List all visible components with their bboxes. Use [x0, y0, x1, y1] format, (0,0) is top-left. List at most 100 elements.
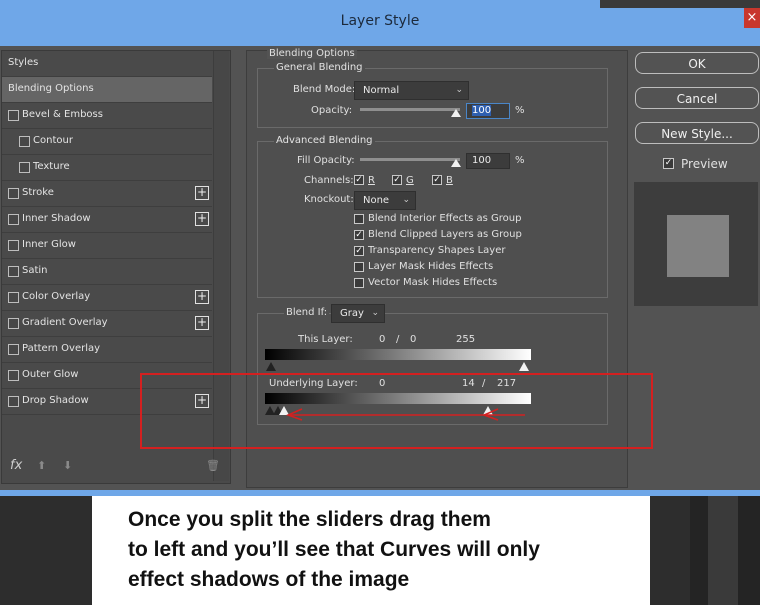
this-layer-high-value: 255: [456, 334, 476, 345]
advanced-option-checkbox[interactable]: [354, 278, 364, 288]
fill-opacity-slider-handle[interactable]: [451, 159, 461, 167]
blend-if-select[interactable]: Gray ⌄: [331, 304, 385, 323]
window-title: Layer Style: [340, 13, 420, 29]
channel-b-label: B: [446, 175, 453, 186]
channel-r-label: R: [368, 175, 375, 186]
opacity-label: Opacity:: [311, 105, 353, 116]
style-item-pattern-overlay[interactable]: Pattern Overlay: [2, 337, 212, 363]
fill-opacity-slider[interactable]: [360, 158, 460, 161]
style-checkbox[interactable]: [8, 188, 19, 199]
style-item-label: Blending Options: [8, 83, 94, 94]
advanced-option-label: Blend Clipped Layers as Group: [368, 229, 522, 240]
general-blending-title: General Blending: [274, 62, 365, 73]
blend-mode-value: Normal: [363, 85, 400, 96]
style-item-label: Texture: [33, 161, 70, 172]
opacity-percent: %: [515, 105, 525, 116]
style-item-bevel-and-emboss[interactable]: Bevel & Emboss: [2, 103, 212, 129]
add-effect-plus-icon[interactable]: +: [195, 212, 209, 226]
knockout-label: Knockout:: [304, 194, 354, 205]
chevron-down-icon: ⌄: [371, 308, 379, 318]
styles-header-label: Styles: [8, 57, 39, 68]
opacity-field[interactable]: 100: [466, 103, 510, 119]
this-layer-black-slider[interactable]: [266, 362, 276, 371]
background-strip: [600, 0, 760, 8]
add-effect-plus-icon[interactable]: +: [195, 290, 209, 304]
advanced-option-label: Transparency Shapes Layer: [368, 245, 506, 256]
this-layer-white-slider[interactable]: [519, 362, 529, 371]
advanced-option-checkbox[interactable]: ✓: [354, 246, 364, 256]
fill-opacity-percent: %: [515, 155, 525, 166]
ok-button[interactable]: OK: [635, 52, 759, 74]
style-checkbox[interactable]: [8, 214, 19, 225]
style-item-satin[interactable]: Satin: [2, 259, 212, 285]
knockout-select[interactable]: None ⌄: [354, 191, 416, 210]
styles-header: Styles: [2, 51, 212, 77]
style-item-blending-options[interactable]: Blending Options: [2, 77, 212, 103]
move-down-icon[interactable]: ⬇: [63, 459, 72, 472]
style-item-stroke[interactable]: Stroke +: [2, 181, 212, 207]
style-item-color-overlay[interactable]: Color Overlay +: [2, 285, 212, 311]
style-item-inner-glow[interactable]: Inner Glow: [2, 233, 212, 259]
caption-line-2: to left and you’ll see that Curves will …: [128, 538, 540, 561]
channel-b-checkbox[interactable]: ✓: [432, 175, 442, 185]
style-checkbox[interactable]: [8, 110, 19, 121]
style-checkbox[interactable]: [8, 370, 19, 381]
advanced-option-checkbox[interactable]: [354, 214, 364, 224]
channel-r-checkbox[interactable]: ✓: [354, 175, 364, 185]
style-item-label: Drop Shadow: [22, 395, 89, 406]
style-item-label: Gradient Overlay: [22, 317, 108, 328]
blend-mode-select[interactable]: Normal ⌄: [354, 81, 469, 100]
chevron-down-icon: ⌄: [402, 195, 410, 205]
this-layer-label: This Layer:: [298, 334, 353, 345]
blend-mode-label: Blend Mode:: [293, 84, 356, 95]
this-layer-low2-value: 0: [410, 334, 417, 345]
new-style-button[interactable]: New Style...: [635, 122, 759, 144]
style-checkbox[interactable]: [8, 344, 19, 355]
style-checkbox[interactable]: [8, 318, 19, 329]
trash-icon[interactable]: 🗑: [206, 459, 220, 472]
style-item-label: Outer Glow: [22, 369, 79, 380]
blending-options-title: Blending Options: [267, 48, 357, 59]
knockout-value: None: [363, 195, 390, 206]
style-item-gradient-overlay[interactable]: Gradient Overlay +: [2, 311, 212, 337]
advanced-blending-title: Advanced Blending: [274, 135, 375, 146]
preview-label: Preview: [681, 157, 728, 171]
blend-if-value: Gray: [340, 308, 364, 319]
style-item-texture[interactable]: Texture: [2, 155, 212, 181]
style-item-contour[interactable]: Contour: [2, 129, 212, 155]
style-item-label: Contour: [33, 135, 73, 146]
preview-checkbox[interactable]: ✓: [663, 158, 674, 169]
cancel-button[interactable]: Cancel: [635, 87, 759, 109]
move-up-icon[interactable]: ⬆: [37, 459, 46, 472]
opacity-slider[interactable]: [360, 108, 460, 111]
channel-g-checkbox[interactable]: ✓: [392, 175, 402, 185]
this-layer-low-value: 0: [379, 334, 386, 345]
style-checkbox[interactable]: [8, 396, 19, 407]
style-checkbox[interactable]: [19, 136, 30, 147]
style-item-label: Pattern Overlay: [22, 343, 101, 354]
style-item-label: Bevel & Emboss: [22, 109, 103, 120]
advanced-option-checkbox[interactable]: [354, 262, 364, 272]
add-effect-plus-icon[interactable]: +: [195, 316, 209, 330]
fill-opacity-label: Fill Opacity:: [297, 155, 355, 166]
channels-label: Channels:: [304, 175, 354, 186]
chevron-down-icon: ⌄: [455, 85, 463, 95]
fx-icon[interactable]: fx: [10, 458, 22, 473]
this-layer-separator: /: [396, 334, 400, 345]
style-checkbox[interactable]: [8, 292, 19, 303]
opacity-slider-handle[interactable]: [451, 109, 461, 117]
style-item-inner-shadow[interactable]: Inner Shadow +: [2, 207, 212, 233]
advanced-option-label: Layer Mask Hides Effects: [368, 261, 494, 272]
style-checkbox[interactable]: [8, 240, 19, 251]
style-item-label: Satin: [22, 265, 48, 276]
opacity-value: 100: [472, 105, 492, 116]
close-button[interactable]: ×: [744, 8, 760, 28]
style-checkbox[interactable]: [19, 162, 30, 173]
this-layer-gradient: [265, 349, 531, 360]
add-effect-plus-icon[interactable]: +: [195, 186, 209, 200]
preview-swatch: [667, 215, 729, 277]
style-checkbox[interactable]: [8, 266, 19, 277]
fill-opacity-field[interactable]: 100: [466, 153, 510, 169]
caption-text: Once you split the sliders drag them to …: [128, 505, 648, 595]
advanced-option-checkbox[interactable]: ✓: [354, 230, 364, 240]
